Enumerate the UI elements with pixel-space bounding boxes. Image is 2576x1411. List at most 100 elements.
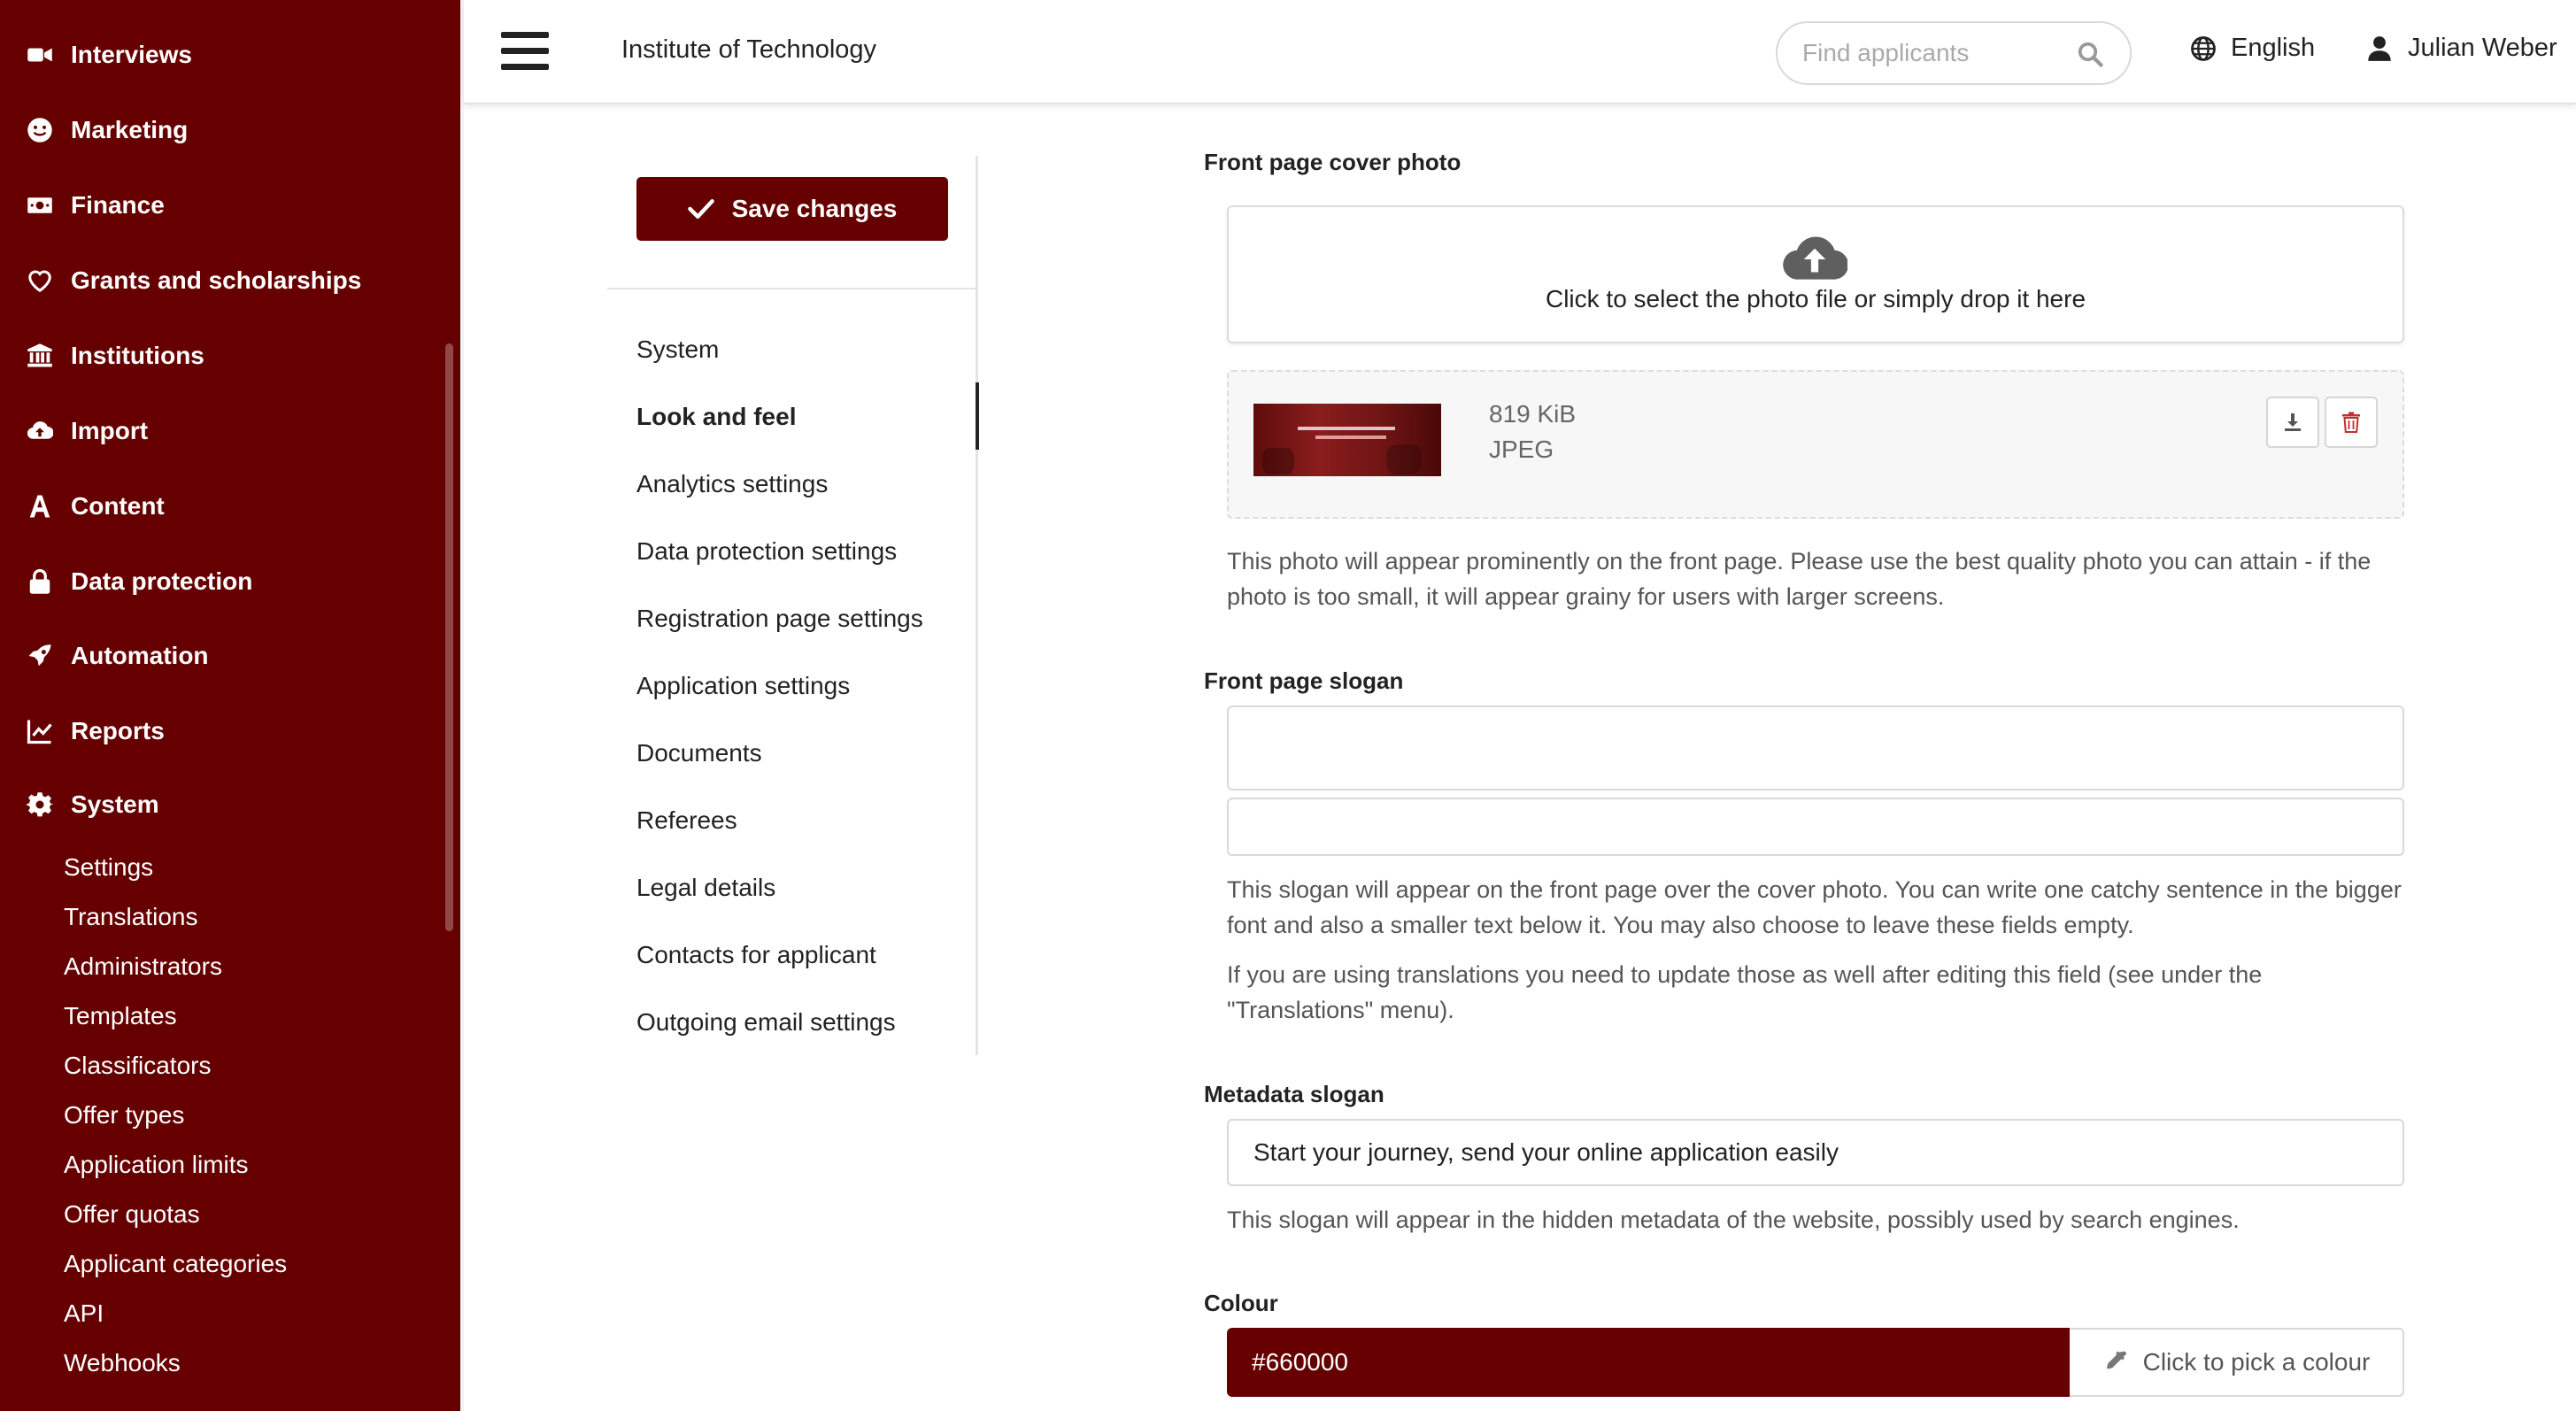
sidebar-subitem-applicant-categories[interactable]: Applicant categories xyxy=(64,1243,287,1285)
hamburger-menu-icon[interactable] xyxy=(501,32,549,73)
sidebar-item-label: Marketing xyxy=(71,116,189,143)
sidebar-item-label: Data protection xyxy=(71,567,253,595)
globe-icon xyxy=(2191,35,2216,61)
menu-item-referees[interactable]: Referees xyxy=(636,798,737,843)
line-chart-icon xyxy=(25,716,55,746)
top-header: Institute of Technology English Julian W… xyxy=(464,0,2576,104)
sidebar-item-label: Institutions xyxy=(71,342,204,369)
sidebar-item-grants[interactable]: Grants and scholarships xyxy=(25,254,361,307)
language-label: English xyxy=(2231,34,2316,62)
smiley-icon xyxy=(25,115,55,145)
user-icon xyxy=(2368,35,2391,61)
menu-item-system[interactable]: System xyxy=(636,328,719,372)
cover-photo-label: Front page cover photo xyxy=(1204,149,1462,175)
menu-item-registration-page-settings[interactable]: Registration page settings xyxy=(636,597,923,641)
file-type: JPEG xyxy=(1489,436,1554,463)
sidebar-subitem-classificators[interactable]: Classificators xyxy=(64,1045,211,1087)
slogan-sub-input[interactable] xyxy=(1227,798,2404,856)
dropzone-text: Click to select the photo file or simply… xyxy=(1545,285,2086,312)
cover-photo-thumbnail[interactable] xyxy=(1253,404,1441,476)
user-name: Julian Weber xyxy=(2408,34,2557,62)
lock-icon xyxy=(25,567,55,597)
file-size: 819 KiB xyxy=(1489,400,1577,428)
menu-item-outgoing-email-settings[interactable]: Outgoing email settings xyxy=(636,1000,896,1045)
menu-item-legal-details[interactable]: Legal details xyxy=(636,866,775,910)
rocket-icon xyxy=(25,641,55,671)
colour-value-input[interactable]: #660000 xyxy=(1227,1328,2070,1397)
menu-item-documents[interactable]: Documents xyxy=(636,731,762,775)
download-file-button[interactable] xyxy=(2266,397,2319,448)
user-menu[interactable]: Julian Weber xyxy=(2367,34,2557,63)
organization-name: Institute of Technology xyxy=(621,35,877,64)
sidebar-item-reports[interactable]: Reports xyxy=(25,705,165,758)
checkmark-icon xyxy=(687,199,714,219)
sidebar-item-marketing[interactable]: Marketing xyxy=(25,104,188,157)
language-selector[interactable]: English xyxy=(2190,34,2315,63)
sidebar-item-label: Automation xyxy=(71,642,209,669)
sidebar-subitem-administrators[interactable]: Administrators xyxy=(64,945,222,988)
sidebar-item-automation[interactable]: Automation xyxy=(25,629,209,682)
sidebar-subitem-application-limits[interactable]: Application limits xyxy=(64,1144,249,1186)
menu-item-contacts-for-applicant[interactable]: Contacts for applicant xyxy=(636,933,876,977)
sidebar-item-label: Interviews xyxy=(71,41,192,68)
sidebar-divider xyxy=(460,0,464,1411)
sidebar-subitem-settings[interactable]: Settings xyxy=(64,846,153,889)
sidebar-item-data-protection[interactable]: Data protection xyxy=(25,555,252,608)
menu-item-analytics-settings[interactable]: Analytics settings xyxy=(636,462,828,506)
search-box xyxy=(1776,21,2132,85)
search-icon[interactable] xyxy=(2077,41,2103,67)
menu-item-application-settings[interactable]: Application settings xyxy=(636,664,850,708)
active-menu-indicator xyxy=(976,382,979,450)
cloud-upload-icon xyxy=(25,416,55,446)
building-columns-icon xyxy=(25,341,55,371)
sidebar-subitem-translations[interactable]: Translations xyxy=(64,896,197,938)
video-camera-icon xyxy=(25,40,55,70)
sidebar: Interviews Marketing Finance Grants and … xyxy=(0,0,460,1411)
sidebar-item-label: Finance xyxy=(71,191,165,219)
sidebar-item-finance[interactable]: Finance xyxy=(25,179,165,232)
metadata-slogan-input[interactable]: Start your journey, send your online app… xyxy=(1227,1119,2404,1186)
slogan-main-input[interactable] xyxy=(1227,706,2404,790)
sidebar-item-label: Reports xyxy=(71,717,165,744)
sidebar-subitem-offer-types[interactable]: Offer types xyxy=(64,1094,184,1137)
download-icon xyxy=(2285,413,2301,431)
colour-picker-label: Click to pick a colour xyxy=(2142,1348,2371,1376)
eyedropper-icon xyxy=(2106,1351,2127,1369)
sidebar-subitem-webhooks[interactable]: Webhooks xyxy=(64,1342,181,1384)
sidebar-item-label: Grants and scholarships xyxy=(71,266,362,294)
cloud-upload-icon xyxy=(1783,236,1847,280)
sidebar-scrollbar[interactable] xyxy=(445,343,453,931)
money-bill-icon xyxy=(25,190,55,220)
menu-divider xyxy=(607,288,977,289)
menu-vertical-divider xyxy=(976,156,978,1055)
slogan-translations-help: If you are using translations you need t… xyxy=(1227,961,2263,1023)
slogan-help: This slogan will appear on the front pag… xyxy=(1227,876,2402,938)
font-letter-icon xyxy=(25,491,55,521)
sidebar-item-import[interactable]: Import xyxy=(25,405,148,458)
sidebar-subitem-offer-quotas[interactable]: Offer quotas xyxy=(64,1193,200,1236)
search-input[interactable] xyxy=(1802,35,2068,71)
sidebar-item-system[interactable]: System xyxy=(25,778,159,831)
gear-icon xyxy=(25,790,55,820)
save-changes-button[interactable]: Save changes xyxy=(636,177,948,241)
sidebar-item-content[interactable]: Content xyxy=(25,480,165,533)
sidebar-item-label: Import xyxy=(71,417,149,444)
sidebar-item-label: Content xyxy=(71,492,165,520)
slogan-label: Front page slogan xyxy=(1204,667,1404,694)
sidebar-item-interviews[interactable]: Interviews xyxy=(25,28,192,81)
menu-item-data-protection-settings[interactable]: Data protection settings xyxy=(636,529,897,574)
heart-icon xyxy=(25,266,55,296)
sidebar-subitem-api[interactable]: API xyxy=(64,1292,104,1335)
uploaded-file-card: 819 KiB JPEG xyxy=(1227,370,2404,519)
metadata-slogan-label: Metadata slogan xyxy=(1204,1081,1384,1107)
sidebar-item-institutions[interactable]: Institutions xyxy=(25,329,204,382)
menu-item-look-and-feel[interactable]: Look and feel xyxy=(636,395,796,439)
delete-file-button[interactable] xyxy=(2325,397,2378,448)
trash-icon xyxy=(2342,412,2360,433)
photo-dropzone[interactable]: Click to select the photo file or simply… xyxy=(1227,205,2404,343)
colour-label: Colour xyxy=(1204,1290,1278,1316)
colour-picker-button[interactable]: Click to pick a colour xyxy=(2070,1328,2404,1397)
sidebar-item-label: System xyxy=(71,790,159,818)
metadata-slogan-help: This slogan will appear in the hidden me… xyxy=(1227,1207,2240,1233)
sidebar-subitem-templates[interactable]: Templates xyxy=(64,995,177,1037)
